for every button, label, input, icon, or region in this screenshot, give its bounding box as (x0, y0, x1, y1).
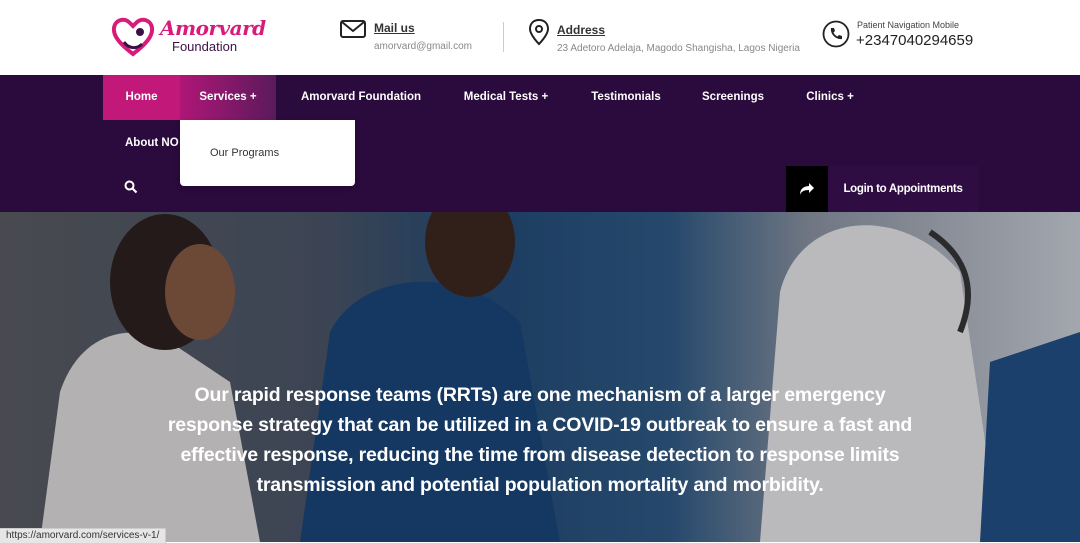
nav-medical-tests[interactable]: Medical Tests + (456, 75, 556, 120)
nav-testimonials[interactable]: Testimonials (580, 75, 672, 120)
search-icon[interactable] (124, 180, 138, 194)
login-icon-button[interactable] (786, 166, 828, 212)
phone-number[interactable]: +2347040294659 (856, 32, 973, 49)
logo[interactable]: Amorvard Foundation (110, 12, 270, 62)
nav-home[interactable]: Home (103, 75, 180, 120)
nav-amorvard-foundation[interactable]: Amorvard Foundation (290, 75, 432, 120)
nav-clinics[interactable]: Clinics + (796, 75, 864, 120)
login-to-appointments-button[interactable]: Login to Appointments (828, 166, 978, 212)
phone-icon (822, 20, 850, 48)
mail-icon (340, 20, 366, 38)
location-pin-icon (528, 18, 550, 46)
nav-services[interactable]: Services + (180, 75, 276, 120)
nav-screenings[interactable]: Screenings (692, 75, 774, 120)
address-label[interactable]: Address (557, 23, 605, 37)
brand-name: Amorvard (160, 16, 266, 40)
phone-label: Patient Navigation Mobile (857, 20, 960, 30)
hero-text: Our rapid response teams (RRTs) are one … (167, 384, 913, 496)
share-arrow-icon (800, 183, 814, 195)
dropdown-item-our-programs[interactable]: Our Programs (210, 147, 279, 159)
status-bar-url: https://amorvard.com/services-v-1/ (0, 528, 167, 543)
mail-value[interactable]: amorvard@gmail.com (374, 41, 472, 52)
address-value: 23 Adetoro Adelaja, Magodo Shangisha, La… (557, 43, 800, 54)
divider (503, 22, 504, 52)
brand-subtitle: Foundation (172, 39, 238, 54)
top-bar: Amorvard Foundation Mail us amorvard@gma… (0, 0, 1080, 75)
heart-logo-icon (111, 17, 155, 57)
mail-label[interactable]: Mail us (374, 21, 415, 35)
hero-banner: Our rapid response teams (RRTs) are one … (0, 212, 1080, 542)
services-dropdown: Our Programs (180, 120, 355, 186)
